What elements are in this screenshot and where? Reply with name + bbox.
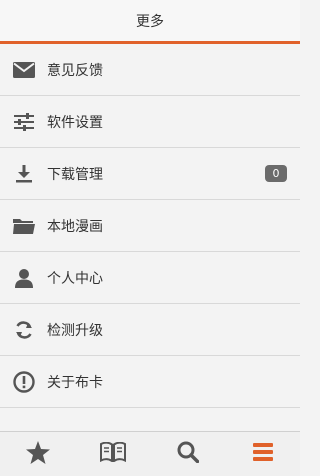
settings-menu: 意见反馈 软件设置 下载管理 0 本地漫画 个人中心 检测升级 关于布卡 [0,44,300,408]
menu-item-label: 个人中心 [47,270,103,287]
tab-library[interactable] [75,432,150,476]
menu-item-label: 软件设置 [47,114,103,131]
folder-icon [12,214,36,238]
page-title: 更多 [136,13,164,30]
tab-more[interactable] [225,432,300,476]
menu-item-check-update[interactable]: 检测升级 [0,304,300,356]
menu-item-label: 意见反馈 [47,62,103,79]
star-icon [25,440,50,468]
user-icon [12,266,36,290]
refresh-icon [12,318,36,342]
search-icon [177,441,199,467]
bottom-tab-bar [0,431,300,476]
menu-item-about[interactable]: 关于布卡 [0,356,300,408]
info-icon [12,370,36,394]
book-icon [99,441,126,466]
header-bar: 更多 [0,0,300,44]
menu-item-label: 下载管理 [47,166,103,183]
tab-search[interactable] [150,432,225,476]
envelope-icon [12,58,36,82]
menu-icon [252,442,273,466]
menu-item-downloads[interactable]: 下载管理 0 [0,148,300,200]
menu-item-local-comics[interactable]: 本地漫画 [0,200,300,252]
sliders-icon [12,110,36,134]
download-icon [12,162,36,186]
menu-item-profile[interactable]: 个人中心 [0,252,300,304]
menu-item-label: 检测升级 [47,322,103,339]
menu-item-settings[interactable]: 软件设置 [0,96,300,148]
menu-item-label: 关于布卡 [47,374,103,391]
download-count-badge: 0 [265,165,287,182]
tab-favorites[interactable] [0,432,75,476]
menu-item-feedback[interactable]: 意见反馈 [0,44,300,96]
menu-item-label: 本地漫画 [47,218,103,235]
